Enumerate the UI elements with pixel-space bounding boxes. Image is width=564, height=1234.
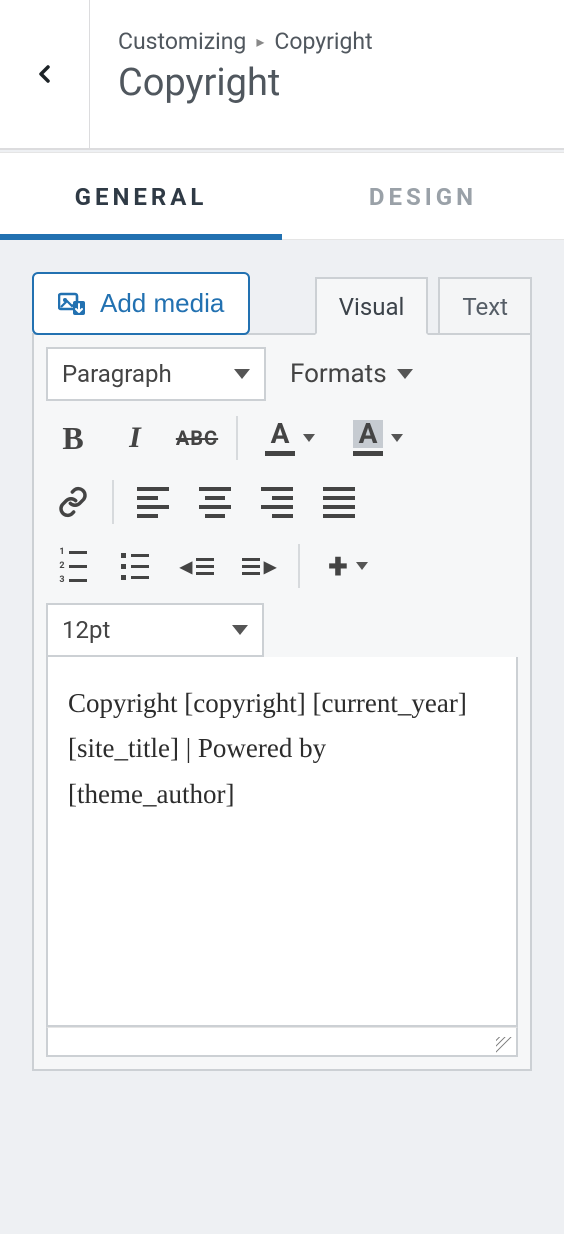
chevron-left-icon (33, 62, 57, 86)
italic-button[interactable]: I (108, 411, 162, 465)
align-justify-icon (323, 487, 355, 518)
page-title: Copyright (118, 61, 373, 105)
strikethrough-icon: ABC (176, 426, 218, 450)
indent-icon: ▶ (242, 557, 276, 576)
resize-handle[interactable] (496, 1037, 512, 1053)
block-format-select[interactable]: Paragraph (46, 347, 266, 401)
header-titles: Customizing ▸ Copyright Copyright (90, 0, 373, 148)
font-size-value: 12pt (62, 616, 110, 644)
toolbar-row-1: Paragraph Formats (46, 347, 518, 401)
tab-design[interactable]: DESIGN (282, 153, 564, 239)
toolbar-row-3 (46, 475, 518, 529)
bulleted-list-icon (121, 553, 149, 580)
caret-down-icon (234, 369, 250, 379)
tab-general[interactable]: GENERAL (0, 153, 282, 239)
indent-button[interactable]: ▶ (232, 539, 286, 593)
italic-icon: I (129, 421, 141, 455)
align-justify-button[interactable] (312, 475, 366, 529)
panel-body: Add media Visual Text Paragraph Formats … (0, 240, 564, 1103)
toolbar-row-2: B I ABC A A (46, 411, 518, 465)
toolbar-row-4: 1 2 3 ◀ ▶ + (46, 539, 518, 593)
editor-statusbar (46, 1027, 518, 1057)
bold-icon: B (62, 420, 83, 457)
toolbar-separator (112, 480, 114, 524)
outdent-icon: ◀ (180, 557, 214, 576)
toolbar-separator (298, 544, 300, 588)
block-format-value: Paragraph (62, 360, 172, 388)
caret-down-icon (232, 625, 248, 635)
editor-mode-tabs: Visual Text (315, 277, 532, 335)
insert-link-button[interactable] (46, 475, 100, 529)
breadcrumb-root: Customizing (118, 28, 246, 55)
numbered-list-button[interactable]: 1 2 3 (46, 539, 100, 593)
formats-dropdown[interactable]: Formats (274, 347, 423, 401)
media-icon (58, 291, 86, 317)
editor-toolbar: Paragraph Formats B I ABC A A (32, 333, 532, 1071)
editor-content-area[interactable]: Copyright [copyright] [current_year] [si… (46, 657, 518, 1027)
breadcrumb-separator-icon: ▸ (256, 32, 264, 51)
link-icon (57, 486, 89, 518)
breadcrumb-current: Copyright (274, 28, 372, 55)
formats-label: Formats (290, 359, 387, 389)
editor-tab-text[interactable]: Text (438, 277, 532, 335)
align-left-button[interactable] (126, 475, 180, 529)
caret-down-icon (303, 434, 315, 442)
align-center-button[interactable] (188, 475, 242, 529)
plus-icon: + (328, 548, 347, 584)
editor-header-row: Add media Visual Text (32, 272, 532, 335)
text-color-button[interactable]: A (250, 411, 330, 465)
align-left-icon (137, 487, 169, 518)
add-media-label: Add media (100, 288, 224, 319)
customizer-header: Customizing ▸ Copyright Copyright (0, 0, 564, 150)
align-center-icon (199, 487, 231, 518)
strikethrough-button[interactable]: ABC (170, 411, 224, 465)
add-media-button[interactable]: Add media (32, 272, 250, 335)
caret-down-icon (397, 369, 413, 379)
align-right-button[interactable] (250, 475, 304, 529)
toolbar-separator (236, 416, 238, 460)
toolbar-row-5: 12pt (46, 603, 518, 657)
insert-dropdown[interactable]: + (312, 539, 384, 593)
align-right-icon (261, 487, 293, 518)
background-color-button[interactable]: A (338, 411, 418, 465)
numbered-list-icon: 1 2 3 (59, 547, 86, 585)
caret-down-icon (391, 434, 403, 442)
breadcrumb: Customizing ▸ Copyright (118, 28, 373, 55)
font-size-select[interactable]: 12pt (46, 603, 264, 657)
caret-down-icon (356, 562, 368, 570)
bold-button[interactable]: B (46, 411, 100, 465)
bulleted-list-button[interactable] (108, 539, 162, 593)
back-button[interactable] (0, 0, 90, 148)
background-color-icon: A (353, 420, 384, 456)
text-color-icon: A (265, 420, 295, 456)
editor-tab-visual[interactable]: Visual (315, 277, 429, 335)
outdent-button[interactable]: ◀ (170, 539, 224, 593)
section-tabs: GENERAL DESIGN (0, 152, 564, 240)
